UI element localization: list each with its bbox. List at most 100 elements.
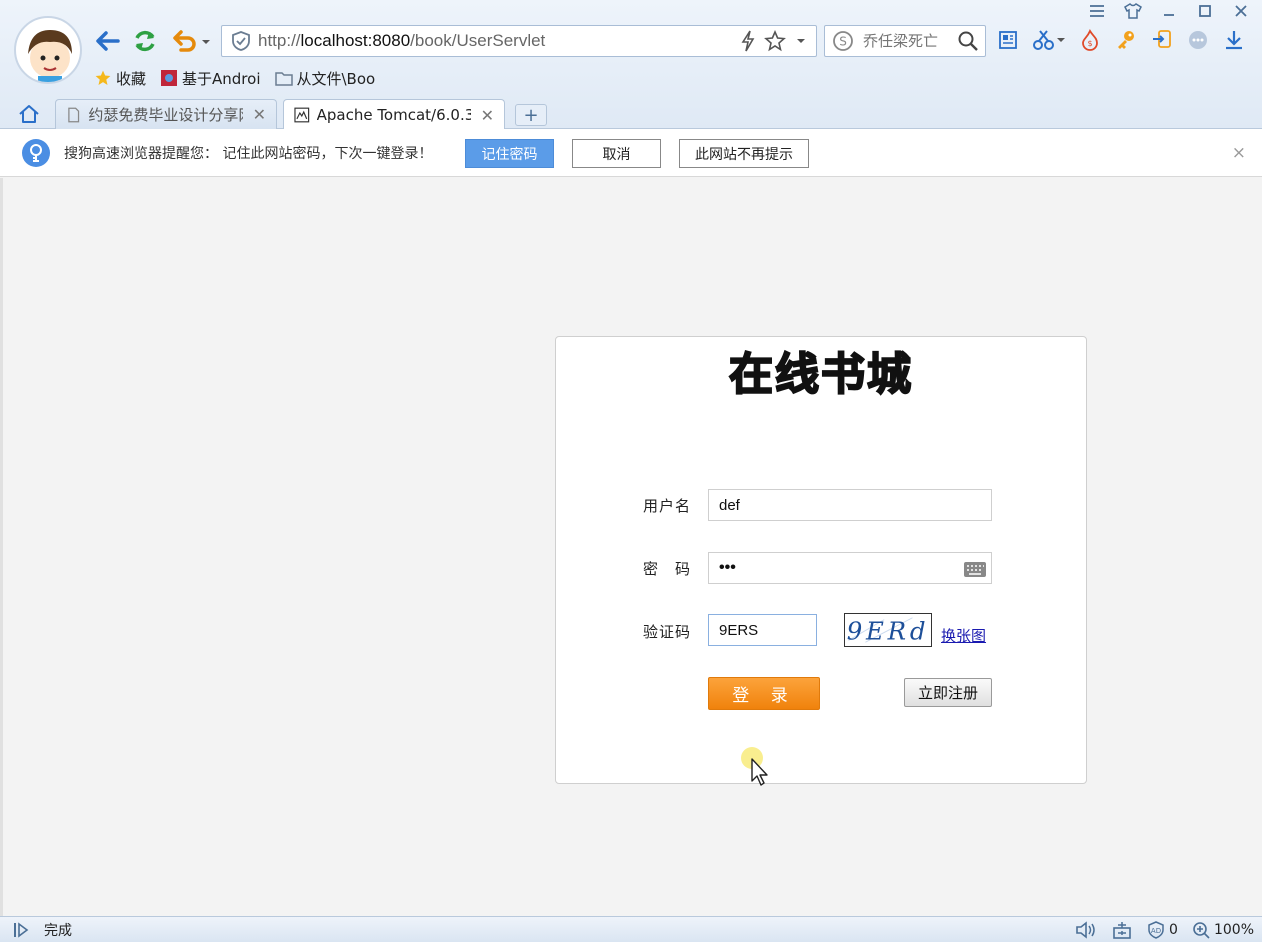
notification-message: 搜狗高速浏览器提醒您： 记住此网站密码，下次一键登录！ (64, 145, 433, 162)
undo-close-tab-button[interactable] (168, 26, 214, 56)
svg-text:$: $ (1087, 39, 1092, 48)
info-bulb-icon (22, 138, 50, 167)
chevron-down-icon[interactable] (794, 30, 808, 52)
tab-label: 约瑟免费毕业设计分享网 (88, 106, 243, 124)
address-bar[interactable]: http://localhost:8080/book/UserServlet (221, 25, 817, 57)
bookmark-file[interactable]: 从文件\Boo (274, 68, 375, 89)
password-dots: ••• (719, 559, 736, 576)
mouse-cursor-icon (741, 747, 768, 786)
games-button[interactable]: $ (1078, 28, 1102, 52)
more-dots-icon (1189, 31, 1207, 49)
tomcat-favicon-icon (294, 107, 310, 123)
register-button[interactable]: 立即注册 (904, 678, 992, 707)
new-tab-button[interactable]: + (515, 104, 547, 126)
sync-icon (1153, 30, 1171, 48)
back-arrow-icon (96, 31, 120, 51)
bookmark-android[interactable]: 基于Androi (160, 68, 261, 89)
volume-button[interactable] (1075, 921, 1097, 939)
captcha-field[interactable] (708, 614, 817, 646)
keyboard-icon[interactable] (963, 561, 987, 578)
change-captcha-link[interactable]: 换张图 (941, 625, 986, 646)
close-window-button[interactable] (1230, 1, 1252, 21)
password-field[interactable]: ••• (708, 552, 992, 584)
fire-icon: $ (1082, 29, 1098, 51)
ad-block-button[interactable]: AD 0 (1147, 921, 1178, 939)
avatar-icon (28, 30, 72, 82)
url-text[interactable]: http://localhost:8080/book/UserServlet (258, 31, 740, 51)
zoom-icon (1193, 922, 1210, 939)
status-bar: 完成 AD 0 100% (0, 916, 1262, 942)
tab-apache-tomcat[interactable]: Apache Tomcat/6.0.37 ✕ (283, 99, 505, 130)
password-manager-button[interactable] (1114, 28, 1138, 52)
zoom-level: 100% (1213, 922, 1254, 938)
scissors-icon (1033, 30, 1065, 50)
toolbar-icons: $ (996, 28, 1246, 52)
star-bookmark-icon[interactable] (764, 30, 786, 52)
minimize-icon (1164, 14, 1174, 16)
more-button[interactable] (1186, 28, 1210, 52)
maximize-button[interactable] (1194, 1, 1216, 21)
user-avatar[interactable] (14, 16, 82, 84)
home-icon (19, 105, 39, 123)
skin-button[interactable] (1122, 1, 1144, 21)
bookmark-favorites[interactable]: 收藏 (94, 68, 146, 89)
close-icon (1235, 5, 1247, 17)
bookmark-label: 基于Androi (182, 69, 261, 88)
tab-sync-button[interactable] (1150, 28, 1174, 52)
username-label: 用户名 (643, 497, 692, 515)
browser-chrome: http://localhost:8080/book/UserServlet S (0, 0, 1262, 130)
sidebar-toggle-icon[interactable] (12, 921, 30, 939)
bookmarks-bar: 收藏 基于Androi 从文件\Boo (94, 66, 375, 90)
window-controls (1086, 0, 1252, 22)
undo-icon (173, 30, 210, 52)
captcha-image[interactable]: 9ERd (844, 613, 932, 647)
password-label: 密 码 (643, 560, 692, 578)
reader-mode-button[interactable] (996, 28, 1020, 52)
close-notification-icon[interactable]: × (1232, 143, 1246, 163)
lightning-icon[interactable] (740, 30, 756, 52)
maximize-icon (1199, 5, 1211, 17)
search-box[interactable]: S (824, 25, 986, 57)
login-button[interactable]: 登 录 (708, 677, 820, 710)
plus-icon: + (523, 104, 539, 126)
page-icon (68, 107, 80, 122)
ad-shield-icon: AD (1148, 921, 1164, 939)
tab-graduation-share[interactable]: 约瑟免费毕业设计分享网 ✕ (55, 99, 277, 129)
tab-close-icon[interactable]: ✕ (481, 106, 494, 125)
hamburger-icon (1090, 5, 1104, 17)
home-button[interactable] (16, 101, 42, 127)
refresh-button[interactable] (130, 26, 160, 56)
menu-button[interactable] (1086, 1, 1108, 21)
zoom-button[interactable]: 100% (1192, 921, 1254, 939)
svg-text:AD: AD (1151, 927, 1161, 935)
speaker-icon (1076, 921, 1095, 939)
sogou-search-icon: S (833, 31, 853, 51)
search-icon[interactable] (957, 30, 979, 52)
refresh-icon (135, 30, 155, 52)
screenshot-button[interactable] (1032, 28, 1066, 52)
cancel-button[interactable]: 取消 (572, 139, 661, 168)
captcha-label: 验证码 (643, 623, 692, 641)
reader-icon (999, 31, 1017, 49)
tab-label: Apache Tomcat/6.0.37 (316, 106, 471, 124)
page-title: 在线书城 (728, 348, 912, 399)
download-button[interactable] (1222, 28, 1246, 52)
svg-text:S: S (839, 35, 847, 49)
folder-icon (274, 72, 293, 86)
remember-password-button[interactable]: 记住密码 (465, 139, 554, 168)
star-icon (95, 70, 111, 85)
username-field[interactable] (708, 489, 992, 521)
network-button[interactable] (1111, 921, 1133, 939)
back-button[interactable] (92, 26, 122, 56)
login-card: 在线书城 用户名 密 码 ••• 验证码 9ERd 换张图 登 录 立即注册 (555, 336, 1087, 784)
tab-close-icon[interactable]: ✕ (253, 105, 266, 124)
search-input[interactable] (863, 32, 955, 50)
ad-count: 0 (1169, 922, 1178, 938)
minimize-button[interactable] (1158, 1, 1180, 21)
network-icon (1113, 922, 1131, 939)
shirt-icon (1124, 3, 1142, 19)
status-text: 完成 (44, 922, 72, 939)
bookmark-label: 收藏 (116, 69, 147, 88)
site-favicon-icon (161, 70, 178, 86)
never-remind-button[interactable]: 此网站不再提示 (679, 139, 809, 168)
